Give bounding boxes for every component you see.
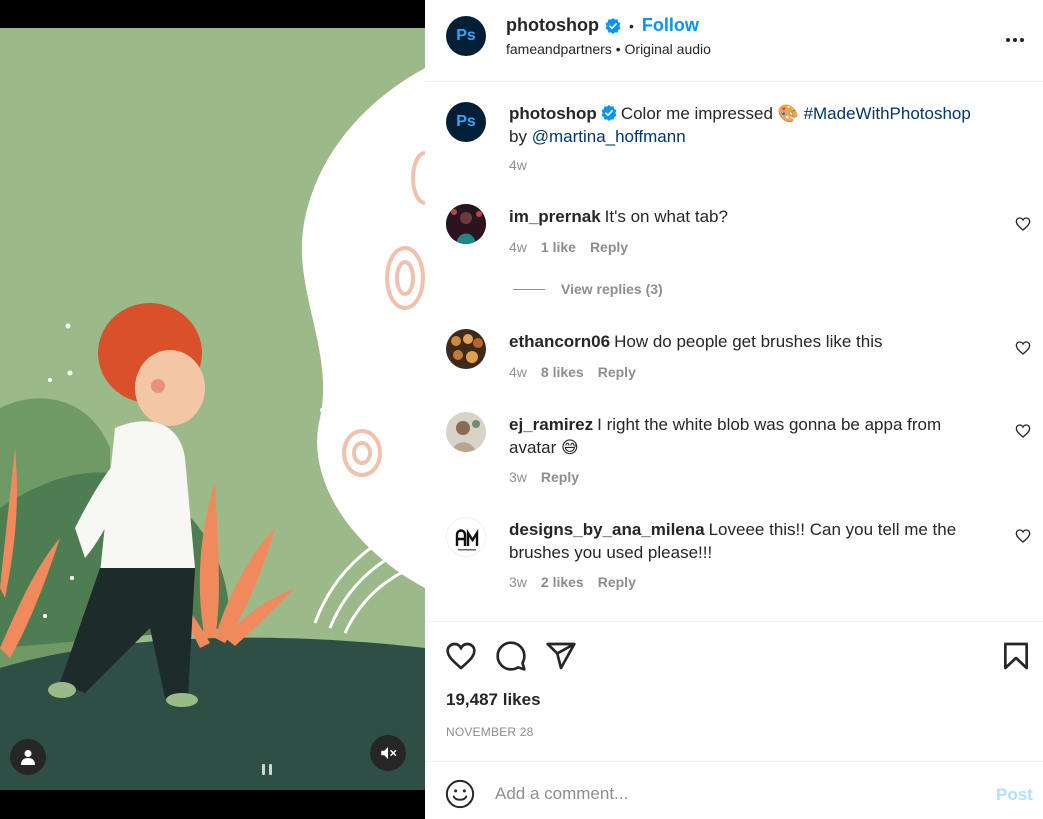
- emoji-smiley-icon[interactable]: [445, 779, 475, 809]
- comment-username[interactable]: designs_by_ana_milena: [509, 520, 705, 539]
- comment-like-heart-icon[interactable]: [1015, 423, 1031, 439]
- caption-author-avatar[interactable]: Ps: [446, 102, 486, 142]
- avatar-text: Ps: [456, 27, 476, 44]
- comment-username[interactable]: ej_ramirez: [509, 415, 593, 434]
- caption-username[interactable]: photoshop: [509, 104, 597, 123]
- comment-like-heart-icon[interactable]: [1015, 216, 1031, 232]
- comment-time[interactable]: 4w: [509, 239, 527, 255]
- likes-count[interactable]: 19,487 likes: [446, 690, 541, 710]
- caption-meta: 4w: [509, 157, 527, 173]
- comments-list[interactable]: Ps photoshop Color me impressed 🎨 #MadeW…: [425, 83, 1043, 621]
- post-comment-button[interactable]: Post: [996, 785, 1033, 805]
- comment-time[interactable]: 3w: [509, 574, 527, 590]
- commenter-avatar[interactable]: [446, 329, 486, 369]
- caption-text: Color me impressed: [620, 104, 773, 123]
- comment: designs_by_ana_milena Loveee this!! Can y…: [509, 518, 979, 564]
- comment: ej_ramirez I right the white blob was gon…: [509, 413, 979, 459]
- comment-like-heart-icon[interactable]: [1015, 528, 1031, 544]
- palette-emoji: 🎨: [777, 104, 799, 123]
- avatar-photo: [446, 329, 486, 369]
- comment-text: How do people get brushes like this: [614, 332, 883, 351]
- follow-button[interactable]: Follow: [642, 15, 699, 36]
- verified-badge-icon: [605, 17, 621, 34]
- paper-plane-icon[interactable]: [545, 640, 577, 672]
- speaker-muted-icon: [381, 747, 397, 759]
- reply-button[interactable]: Reply: [598, 364, 636, 380]
- caption-by: by: [509, 127, 527, 146]
- reply-button[interactable]: Reply: [590, 239, 628, 255]
- comment-time[interactable]: 4w: [509, 364, 527, 380]
- comment-likes[interactable]: 2 likes: [541, 574, 584, 590]
- comment-likes[interactable]: 8 likes: [541, 364, 584, 380]
- heart-icon[interactable]: [445, 640, 477, 672]
- comment-text: It's on what tab?: [604, 207, 728, 226]
- view-replies-line: [513, 288, 545, 290]
- tagged-users-button[interactable]: [10, 739, 46, 775]
- illustration-artwork: [0, 28, 425, 790]
- illustration-video[interactable]: [0, 28, 425, 790]
- more-options-icon[interactable]: [1003, 28, 1027, 52]
- comment-meta: 4w 1 like Reply: [509, 239, 628, 255]
- comment-composer: Post: [425, 761, 1043, 819]
- post-actions: 19,487 likes NOVEMBER 28: [425, 621, 1043, 761]
- avatar-photo: [446, 412, 486, 452]
- post-subline[interactable]: fameandpartners • Original audio: [506, 41, 711, 57]
- comment-bubble-icon[interactable]: [495, 640, 527, 672]
- comment-like-heart-icon[interactable]: [1015, 340, 1031, 356]
- comment-input[interactable]: [495, 780, 975, 808]
- post-date[interactable]: NOVEMBER 28: [446, 725, 534, 739]
- am-logo-icon: [447, 518, 485, 556]
- comment: ethancorn06 How do people get brushes lik…: [509, 330, 989, 353]
- comment-meta: 3w 2 likes Reply: [509, 574, 636, 590]
- reply-button[interactable]: Reply: [541, 469, 579, 485]
- user-tag-icon: [21, 750, 35, 765]
- reply-button[interactable]: Reply: [598, 574, 636, 590]
- commenter-avatar[interactable]: [446, 412, 486, 452]
- avatar-photo: [446, 204, 486, 244]
- comment-username[interactable]: im_prernak: [509, 207, 601, 226]
- comment-username[interactable]: ethancorn06: [509, 332, 610, 351]
- comment-meta: 3w Reply: [509, 469, 579, 485]
- commenter-avatar[interactable]: [446, 517, 486, 557]
- comment-likes[interactable]: 1 like: [541, 239, 576, 255]
- post-details-panel: Ps photoshop • Follow fameandpartners • …: [425, 0, 1043, 819]
- mute-toggle-button[interactable]: [370, 735, 406, 771]
- hashtag-link[interactable]: #MadeWithPhotoshop: [804, 104, 971, 123]
- view-replies-button[interactable]: View replies (3): [513, 281, 663, 297]
- header-separator: •: [628, 17, 634, 34]
- comment-meta: 4w 8 likes Reply: [509, 364, 636, 380]
- comment-time[interactable]: 3w: [509, 469, 527, 485]
- author-username[interactable]: photoshop: [506, 15, 599, 36]
- post-media[interactable]: [0, 0, 425, 819]
- post-header: Ps photoshop • Follow fameandpartners • …: [425, 0, 1043, 82]
- mention-link[interactable]: @martina_hoffmann: [532, 127, 686, 146]
- video-pause-indicator: [262, 764, 276, 776]
- comment: im_prernak It's on what tab?: [509, 205, 989, 228]
- caption: photoshop Color me impressed 🎨 #MadeWith…: [509, 102, 989, 148]
- caption-time[interactable]: 4w: [509, 157, 527, 173]
- avatar-text: Ps: [456, 113, 476, 130]
- verified-badge-icon: [601, 105, 617, 121]
- bookmark-icon[interactable]: [1000, 640, 1032, 672]
- commenter-avatar[interactable]: [446, 204, 486, 244]
- sweat-smile-emoji: 😅: [560, 438, 579, 457]
- author-avatar[interactable]: Ps: [446, 16, 486, 56]
- view-replies-label: View replies (3): [561, 281, 663, 297]
